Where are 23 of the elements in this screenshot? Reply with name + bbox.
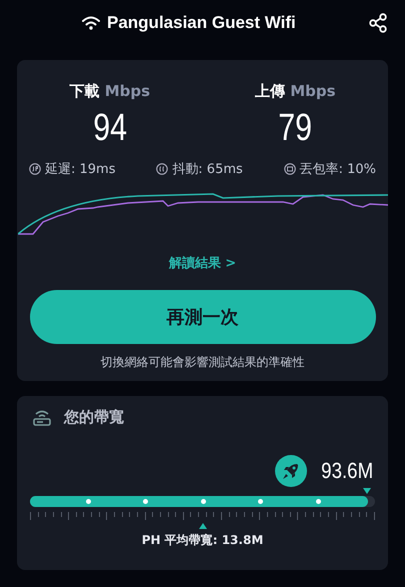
share-icon[interactable]	[368, 13, 388, 33]
metric-text: 延遲: 19ms	[45, 161, 116, 178]
speed-label: 下載 Mbps	[69, 82, 150, 101]
jitter-icon	[156, 163, 168, 175]
speed-label: 上傳 Mbps	[254, 82, 336, 101]
network-name: Pangulasian Guest Wifi	[107, 13, 296, 33]
retest-button[interactable]: 再測一次	[30, 290, 376, 344]
metric-text: 丟包率: 10%	[300, 161, 376, 178]
average-marker-icon	[198, 523, 206, 529]
bandwidth-value: 93.6M	[321, 458, 373, 484]
metric-text: 抖動: 65ms	[172, 161, 243, 178]
rocket-icon	[274, 455, 307, 487]
speed-value: 79	[278, 107, 312, 150]
average-bandwidth: PH 平均帶寬: 13.8M	[140, 532, 264, 549]
router-icon	[32, 408, 52, 426]
interpret-results-link[interactable]: 解讀結果 >	[168, 254, 236, 272]
speed-value: 94	[92, 107, 127, 150]
accuracy-note: 切換網絡可能會影響測試結果的準確性	[100, 354, 304, 371]
packet-loss-icon	[284, 163, 296, 175]
current-marker-icon	[363, 488, 372, 494]
wifi-icon	[81, 15, 101, 31]
section-title: 您的帶寬	[64, 408, 124, 427]
latency-icon	[29, 163, 41, 175]
